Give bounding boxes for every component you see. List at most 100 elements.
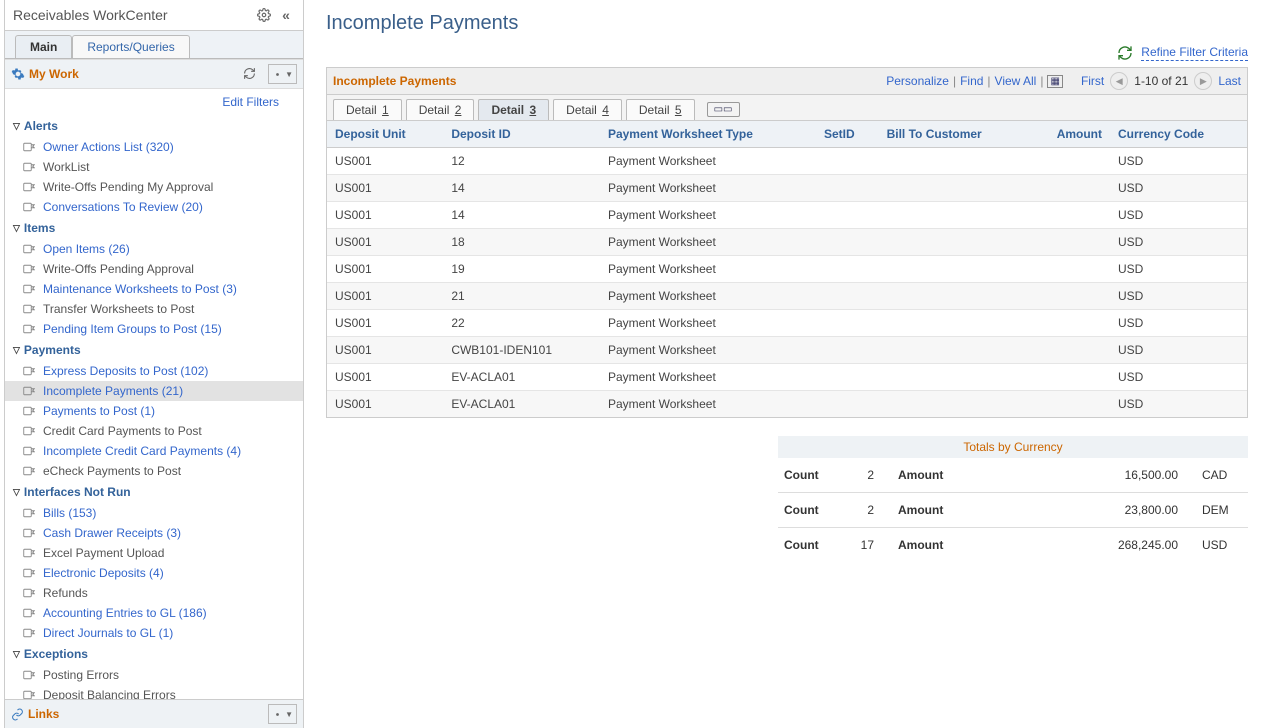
nav-item-link[interactable]: Maintenance Worksheets to Post (3) (43, 281, 237, 297)
nav-item[interactable]: Write-Offs Pending Approval (5, 259, 303, 279)
currency-value: DEM (1202, 503, 1242, 517)
settings-icon[interactable] (255, 6, 273, 24)
nav-item[interactable]: Posting Errors (5, 665, 303, 685)
table-row[interactable]: US001EV-ACLA01Payment WorksheetUSD (327, 364, 1247, 391)
nav-item-link[interactable]: Express Deposits to Post (102) (43, 363, 208, 379)
cell (879, 202, 1028, 229)
show-all-tabs-icon[interactable]: ▭▭ (707, 102, 740, 117)
nav-item[interactable]: eCheck Payments to Post (5, 461, 303, 481)
table-row[interactable]: US00112Payment WorksheetUSD (327, 148, 1247, 175)
tab-label: Detail (346, 103, 377, 117)
nav-item-link[interactable]: Direct Journals to GL (1) (43, 625, 173, 641)
refresh-icon[interactable] (240, 64, 258, 82)
column-header[interactable]: Currency Code (1110, 121, 1247, 148)
nav-item[interactable]: Refunds (5, 583, 303, 603)
nav-item[interactable]: Payments to Post (1) (5, 401, 303, 421)
tab-main[interactable]: Main (15, 35, 72, 58)
table-row[interactable]: US001CWB101-IDEN101Payment WorksheetUSD (327, 337, 1247, 364)
group-header[interactable]: ▽Payments (5, 339, 303, 361)
group-label: Alerts (24, 119, 58, 133)
nav-item-label: Deposit Balancing Errors (43, 687, 176, 699)
table-row[interactable]: US00114Payment WorksheetUSD (327, 175, 1247, 202)
column-header[interactable]: SetID (816, 121, 879, 148)
nav-item[interactable]: Incomplete Payments (21) (5, 381, 303, 401)
refine-filter-link[interactable]: Refine Filter Criteria (1141, 45, 1248, 61)
nav-item[interactable]: Bills (153) (5, 503, 303, 523)
nav-item[interactable]: Direct Journals to GL (1) (5, 623, 303, 643)
links-settings-dropdown[interactable]: ▼ (268, 704, 297, 724)
nav-item[interactable]: Deposit Balancing Errors (5, 685, 303, 699)
table-row[interactable]: US00114Payment WorksheetUSD (327, 202, 1247, 229)
detail-tab[interactable]: Detail 4 (553, 99, 622, 120)
nav-prev-icon[interactable]: ◀ (1110, 72, 1128, 90)
nav-item-link[interactable]: Owner Actions List (320) (43, 139, 174, 155)
count-label: Count (784, 468, 844, 482)
column-header[interactable]: Deposit Unit (327, 121, 443, 148)
nav-item[interactable]: Pending Item Groups to Post (15) (5, 319, 303, 339)
nav-item-link[interactable]: Accounting Entries to GL (186) (43, 605, 207, 621)
nav-next-icon[interactable]: ▶ (1194, 72, 1212, 90)
group-header[interactable]: ▽Items (5, 217, 303, 239)
nav-item[interactable]: Write-Offs Pending My Approval (5, 177, 303, 197)
nav-item-link[interactable]: Conversations To Review (20) (43, 199, 203, 215)
nav-item[interactable]: WorkList (5, 157, 303, 177)
group-label: Exceptions (24, 647, 88, 661)
nav-item-link[interactable]: Electronic Deposits (4) (43, 565, 164, 581)
download-icon[interactable]: ▦ (1047, 75, 1062, 88)
refresh-main-icon[interactable] (1117, 45, 1133, 61)
cell (816, 391, 879, 418)
detail-tab[interactable]: Detail 5 (626, 99, 695, 120)
edit-filters-link[interactable]: Edit Filters (222, 95, 279, 109)
amount-label: Amount (898, 468, 978, 482)
nav-item-link[interactable]: Cash Drawer Receipts (3) (43, 525, 181, 541)
table-row[interactable]: US00121Payment WorksheetUSD (327, 283, 1247, 310)
nav-last[interactable]: Last (1218, 74, 1241, 88)
nav-item[interactable]: Maintenance Worksheets to Post (3) (5, 279, 303, 299)
nav-item[interactable]: Accounting Entries to GL (186) (5, 603, 303, 623)
find-link[interactable]: Find (960, 74, 983, 88)
nav-item-link[interactable]: Incomplete Credit Card Payments (4) (43, 443, 241, 459)
nav-item-link[interactable]: Bills (153) (43, 505, 96, 521)
nav-item-link[interactable]: Open Items (26) (43, 241, 130, 257)
nav-item[interactable]: Owner Actions List (320) (5, 137, 303, 157)
nav-item[interactable]: Excel Payment Upload (5, 543, 303, 563)
column-header[interactable]: Payment Worksheet Type (600, 121, 816, 148)
detail-tab[interactable]: Detail 2 (406, 99, 475, 120)
table-row[interactable]: US00118Payment WorksheetUSD (327, 229, 1247, 256)
nav-item[interactable]: Express Deposits to Post (102) (5, 361, 303, 381)
personalize-link[interactable]: Personalize (886, 74, 949, 88)
column-header[interactable]: Bill To Customer (879, 121, 1028, 148)
nav-first[interactable]: First (1081, 74, 1104, 88)
group-header[interactable]: ▽Exceptions (5, 643, 303, 665)
detail-tab[interactable]: Detail 3 (478, 99, 549, 120)
tab-number: 5 (675, 103, 682, 117)
mywork-gear-icon[interactable] (11, 67, 25, 81)
nav-item-link[interactable]: Pending Item Groups to Post (15) (43, 321, 222, 337)
nav-item[interactable]: Incomplete Credit Card Payments (4) (5, 441, 303, 461)
table-row[interactable]: US00122Payment WorksheetUSD (327, 310, 1247, 337)
mywork-settings-dropdown[interactable]: ▼ (268, 64, 297, 84)
table-row[interactable]: US001EV-ACLA01Payment WorksheetUSD (327, 391, 1247, 418)
collapse-icon[interactable]: « (277, 6, 295, 24)
totals-header: Totals by Currency (778, 436, 1248, 458)
nav-item[interactable]: Transfer Worksheets to Post (5, 299, 303, 319)
cell (816, 256, 879, 283)
nav-item[interactable]: Conversations To Review (20) (5, 197, 303, 217)
nav-item-link[interactable]: Payments to Post (1) (43, 403, 155, 419)
column-header[interactable]: Amount (1028, 121, 1110, 148)
column-header[interactable]: Deposit ID (443, 121, 600, 148)
nav-item[interactable]: Electronic Deposits (4) (5, 563, 303, 583)
group-header[interactable]: ▽Interfaces Not Run (5, 481, 303, 503)
nav-item-label: Transfer Worksheets to Post (43, 301, 194, 317)
tab-reports[interactable]: Reports/Queries (72, 35, 189, 58)
group-header[interactable]: ▽Alerts (5, 115, 303, 137)
mywork-label: My Work (29, 67, 236, 81)
nav-item[interactable]: Cash Drawer Receipts (3) (5, 523, 303, 543)
detail-tab[interactable]: Detail 1 (333, 99, 402, 120)
cell: Payment Worksheet (600, 202, 816, 229)
table-row[interactable]: US00119Payment WorksheetUSD (327, 256, 1247, 283)
view-all-link[interactable]: View All (995, 74, 1037, 88)
nav-item[interactable]: Credit Card Payments to Post (5, 421, 303, 441)
nav-item-link[interactable]: Incomplete Payments (21) (43, 383, 183, 399)
nav-item[interactable]: Open Items (26) (5, 239, 303, 259)
